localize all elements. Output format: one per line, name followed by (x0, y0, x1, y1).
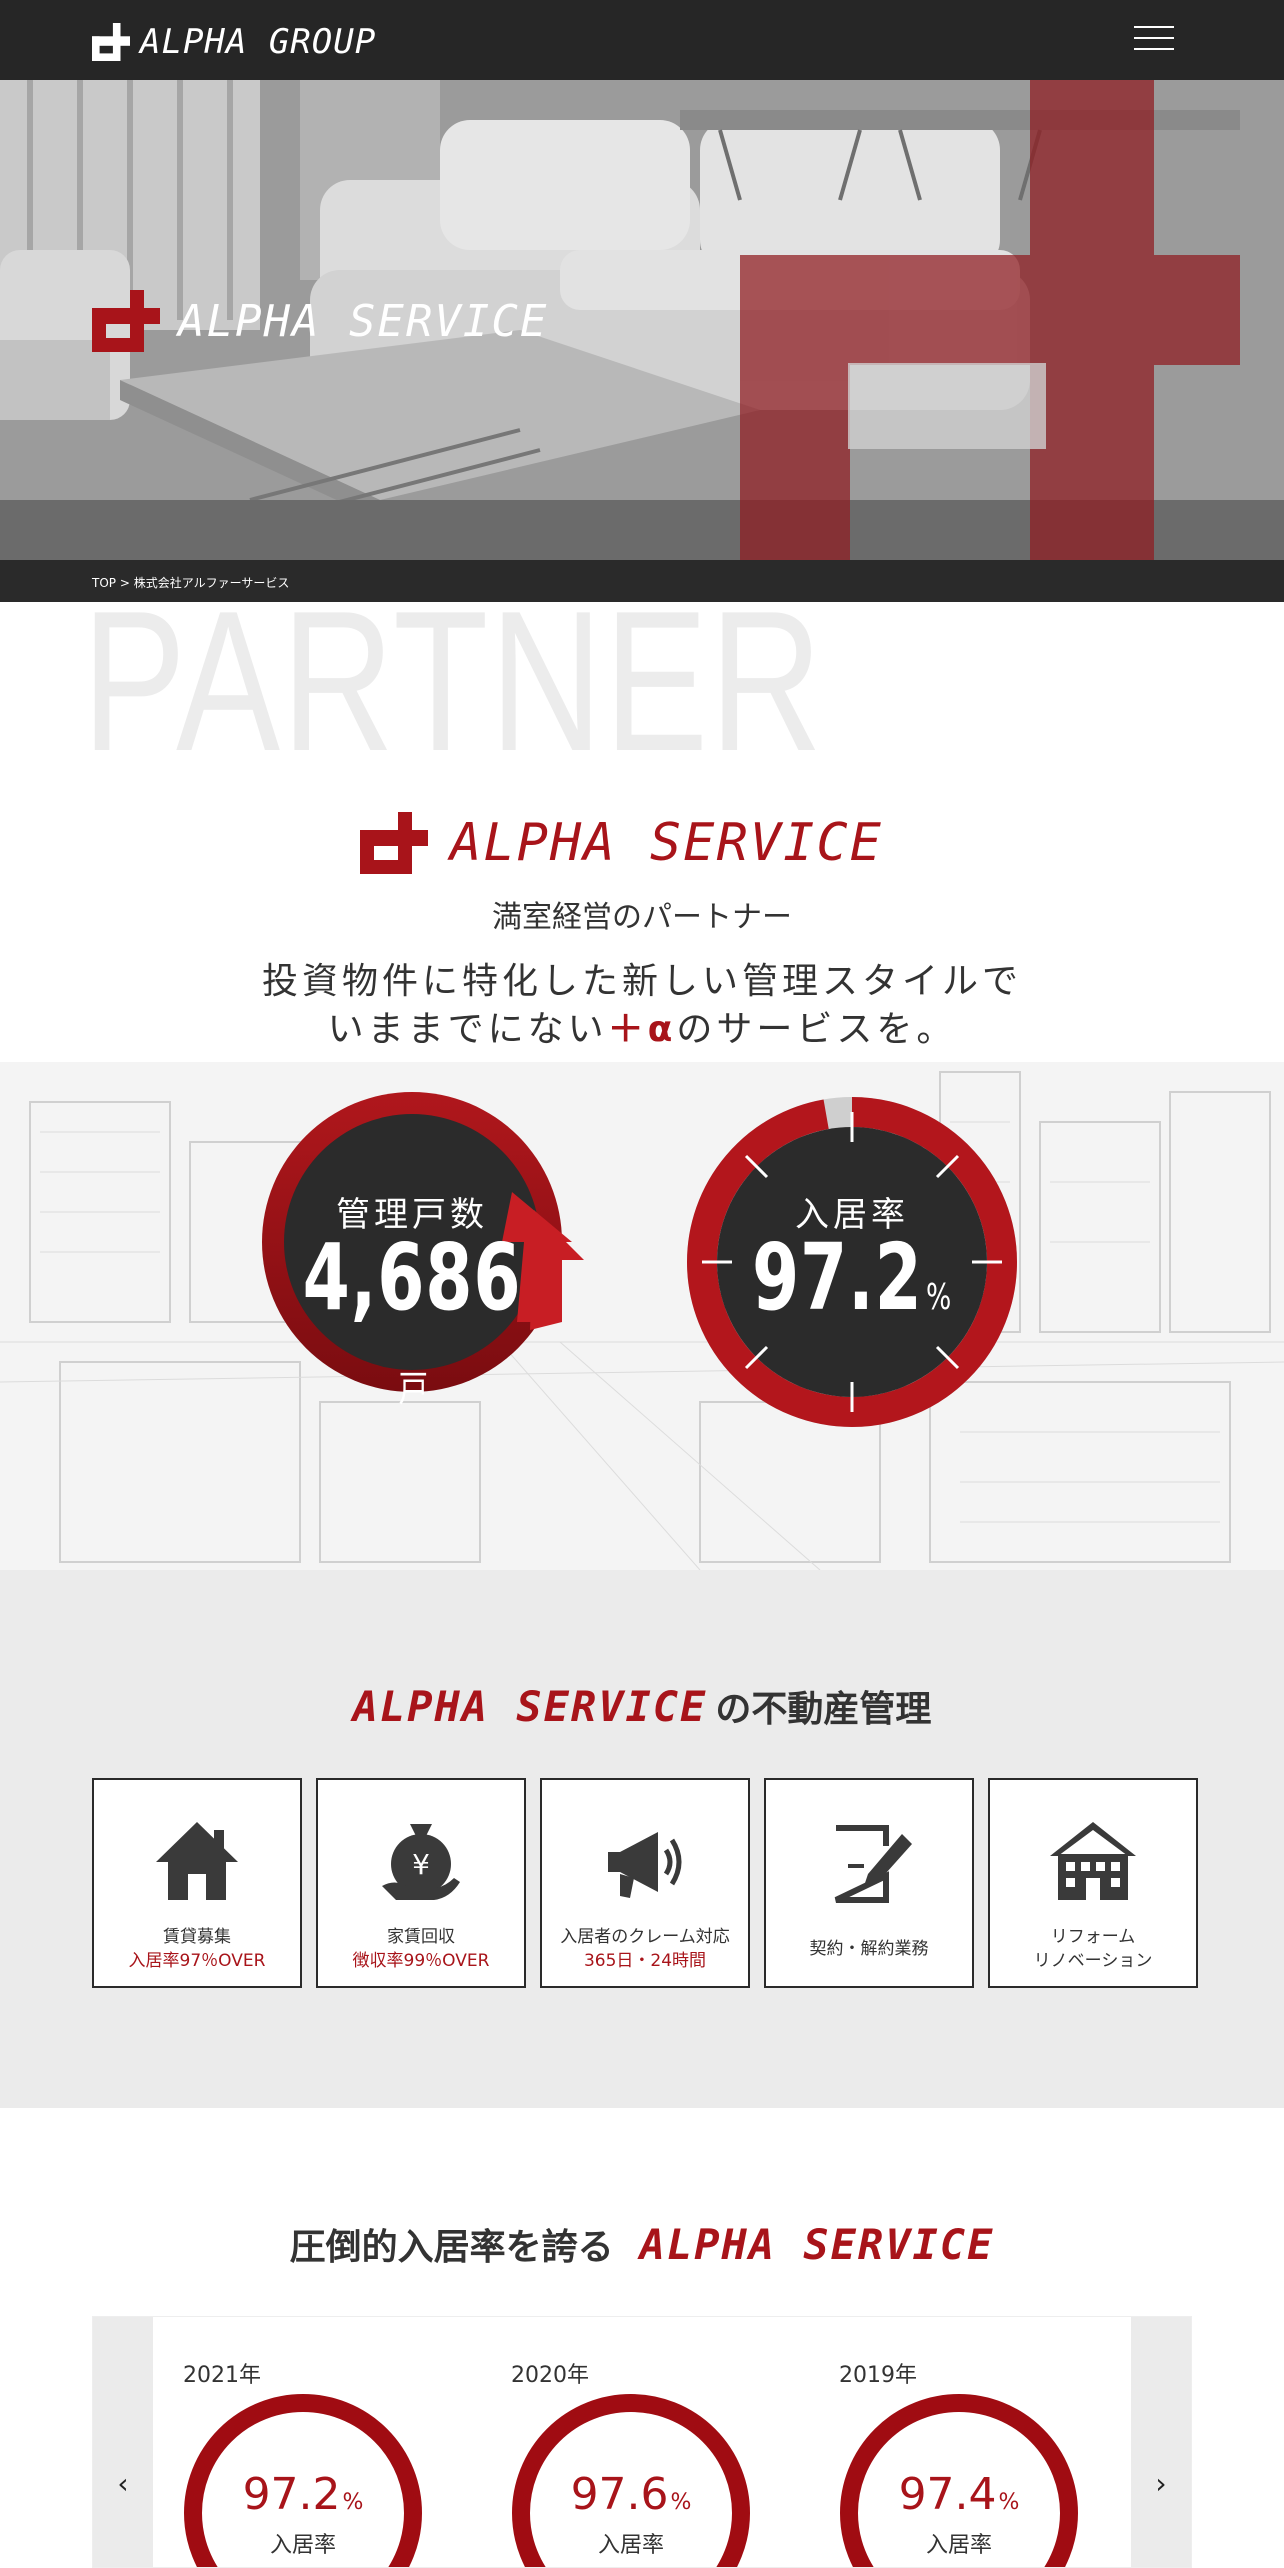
section-logo: ALPHA SERVICE (360, 812, 883, 874)
rate-unit: % (998, 2490, 1020, 2515)
alpha-logo-icon (92, 290, 160, 352)
carousel-prev-button[interactable]: ‹ (93, 2317, 153, 2567)
year-label: 2020年 (511, 2363, 589, 2388)
chevron-left-icon: ‹ (117, 2467, 129, 2500)
year-label: 2021年 (183, 2363, 261, 2388)
buildings-icon (1050, 1822, 1136, 1900)
occupancy-title-en: ALPHA SERVICE (639, 2220, 995, 2269)
contract-pen-icon (834, 1825, 912, 1903)
rate-label: 入居率 (925, 2533, 992, 2558)
rate-value: 97.4% (839, 2469, 1079, 2520)
service-card-rent-collection[interactable]: ¥ 家賃回収 徴収率99％OVER (316, 1778, 526, 1988)
card-highlight: 365日・24時間 (583, 1951, 707, 1971)
hamburger-menu-icon[interactable] (1134, 26, 1174, 54)
rate-label: 入居率 (269, 2533, 336, 2558)
house-icon (156, 1822, 238, 1900)
stat-value: 4,686戸 (289, 1232, 535, 1416)
card-highlight: 徴収率99％OVER (352, 1951, 490, 1971)
lead-line-2-pre: いままでにない (327, 1009, 608, 1050)
svg-text:¥: ¥ (412, 1848, 430, 1881)
stat-number: 4,686 (302, 1224, 522, 1331)
year-label: 2019年 (839, 2363, 917, 2388)
stat-unit: % (925, 1277, 953, 1318)
city-sketch-background (0, 1062, 1284, 1570)
occupancy-title: 圧倒的入居率を誇る ALPHA SERVICE (0, 2218, 1284, 2270)
partner-subtitle: 満室経営のパートナー (492, 900, 792, 935)
service-card-renovation[interactable]: リフォーム リノベーション (988, 1778, 1198, 1988)
partner-watermark: PARTNER (82, 602, 824, 793)
service-card-contract-work[interactable]: 契約・解約業務 (764, 1778, 974, 1988)
lead-line-2: いままでにない＋αのサービスを。 (0, 1006, 1284, 1054)
card-title: 契約・解約業務 (809, 1939, 929, 1959)
alpha-logo-icon (360, 812, 428, 874)
stat-number: 97.2 (751, 1224, 923, 1331)
rate-number: 97.2 (242, 2469, 341, 2520)
brand-name: ALPHA GROUP (140, 22, 377, 62)
stat-managed-units: 管理戸数 4,686戸 (262, 1092, 584, 1408)
yen-bag-icon: ¥ (382, 1824, 460, 1900)
rate-value: 97.2% (183, 2469, 423, 2520)
card-title: 賃貸募集 (163, 1927, 231, 1947)
year-card-2020: 2020年 97.6% 入居率 (511, 2317, 771, 2567)
rate-label: 入居率 (597, 2533, 664, 2558)
breadcrumb: TOP > 株式会社アルファーサービス (0, 560, 1284, 602)
rate-unit: % (670, 2490, 692, 2515)
service-card-rental-recruitment[interactable]: 賃貸募集 入居率97％OVER (92, 1778, 302, 1988)
year-card-2021: 2021年 97.2% 入居率 (183, 2317, 443, 2567)
breadcrumb-home-link[interactable]: TOP (92, 576, 116, 590)
alpha-logo-icon (92, 23, 130, 61)
management-title-jp: の不動産管理 (715, 1689, 932, 1730)
card-title: 家賃回収 (387, 1927, 455, 1947)
rate-value: 97.6% (511, 2469, 751, 2520)
hero-banner: ALPHA SERVICE (0, 80, 1284, 560)
service-card-tenant-complaints[interactable]: 入居者のクレーム対応 365日・24時間 (540, 1778, 750, 1988)
partner-section: PARTNER ALPHA SERVICE 満室経営のパートナー 投資物件に特化… (0, 602, 1284, 1570)
partner-lead: 投資物件に特化した新しい管理スタイルで いままでにない＋αのサービスを。 (0, 958, 1284, 1054)
occupancy-title-jp: 圧倒的入居率を誇る (289, 2227, 614, 2268)
card-highlight: 入居率97％OVER (128, 1951, 266, 1971)
card-title: 入居者のクレーム対応 (560, 1927, 730, 1947)
year-card-2019: 2019年 97.4% 入居率 (839, 2317, 1099, 2567)
lead-alpha: ＋α (607, 1009, 677, 1050)
card-subtitle: リノベーション (1033, 1951, 1153, 1971)
occupancy-carousel: ‹ 2021年 97.2% 入居率 2020年 97.6% 入居率 2019年 … (92, 2316, 1192, 2568)
megaphone-icon (608, 1832, 682, 1898)
service-card-list: 賃貸募集 入居率97％OVER ¥ 家賃回収 徴収率99％OVER 入居者のクレ… (92, 1778, 1198, 1988)
breadcrumb-current: 株式会社アルファーサービス (133, 576, 290, 590)
stat-value: 97.2% (729, 1232, 975, 1324)
management-title-en: ALPHA SERVICE (352, 1682, 708, 1731)
brand-link[interactable]: ALPHA GROUP (92, 22, 376, 62)
section-logo-text: ALPHA SERVICE (450, 813, 883, 873)
stat-occupancy-rate: 入居率 97.2% (682, 1092, 1017, 1427)
carousel-next-button[interactable]: › (1131, 2317, 1191, 2567)
hero-title: ALPHA SERVICE (92, 290, 548, 352)
management-section: ALPHA SERVICE の不動産管理 賃貸募集 入居率97％OVER ¥ 家賃… (0, 1570, 1284, 2108)
lead-line-1: 投資物件に特化した新しい管理スタイルで (261, 961, 1022, 1002)
lead-line-2-post: のサービスを。 (676, 1009, 957, 1050)
card-title: リフォーム (1050, 1927, 1136, 1947)
rate-number: 97.4 (898, 2469, 997, 2520)
management-title: ALPHA SERVICE の不動産管理 (0, 1680, 1284, 1732)
rate-unit: % (342, 2490, 364, 2515)
breadcrumb-separator: > (119, 576, 130, 590)
site-header: ALPHA GROUP (0, 0, 1284, 80)
hero-title-text: ALPHA SERVICE (178, 295, 549, 347)
chevron-right-icon: › (1155, 2467, 1167, 2500)
rate-number: 97.6 (570, 2469, 669, 2520)
stat-unit: 戸 (398, 1369, 429, 1410)
